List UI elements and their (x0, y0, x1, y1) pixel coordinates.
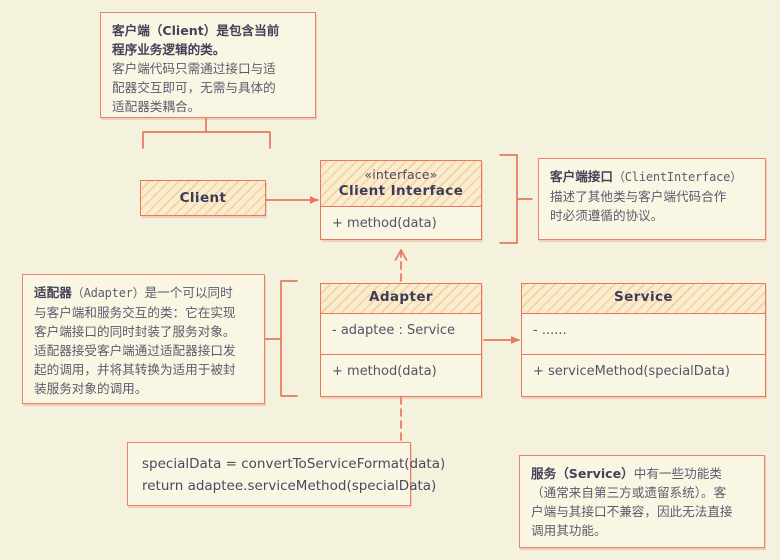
note-adapter-body-line4: 适配器接受客户端通过适配器接口发 (34, 343, 236, 358)
note-client-interface: 客户端接口（ClientInterface） 描述了其他类与客户端代码合作 时必… (538, 158, 766, 240)
note-adapter: 适配器（Adapter）是一个可以同时 与客户端和服务交互的类：它在实现 客户端… (22, 274, 265, 404)
note-client-body-line2: 配器交互即可，无需与具体的 (112, 80, 276, 95)
note-adapter-body-line6: 装服务对象的调用。 (34, 381, 148, 396)
diagram-canvas: Service association --> 客户端（Client）是包含当前… (0, 0, 780, 560)
note-service-body-line1: 中有一些功能类 (633, 466, 722, 481)
uml-class-adapter-field-0: - adaptee : Service (321, 314, 481, 355)
uml-class-client[interactable]: Client (140, 180, 266, 216)
note-service-body-line2: （通常来自第三方或遗留系统）。客 (531, 485, 727, 500)
uml-class-client-interface[interactable]: «interface» Client Interface + method(da… (320, 160, 482, 240)
note-client-interface-bold: 客户端接口 (550, 169, 613, 184)
note-client-body-line3: 适配器类耦合。 (112, 99, 201, 114)
note-client-bold-line2: 程序业务逻辑的类。 (112, 42, 226, 57)
note-adapter-mono: （Adapter） (71, 286, 145, 300)
note-client: 客户端（Client）是包含当前 程序业务逻辑的类。 客户端代码只需通过接口与适… (100, 12, 316, 118)
uml-class-adapter-header: Adapter (321, 284, 481, 314)
note-adapter-bold: 适配器 (34, 285, 72, 300)
uml-class-service-field-0: - ...... (522, 314, 765, 355)
uml-class-service-name: Service (614, 289, 673, 305)
uml-class-service-header: Service (522, 284, 765, 314)
uml-class-service-method-0: + serviceMethod(specialData) (533, 364, 730, 379)
bracket-client-interface-note (499, 154, 518, 244)
uml-class-client-interface-name: Client Interface (338, 183, 464, 199)
uml-class-client-interface-stereotype: «interface» (364, 167, 438, 182)
uml-class-client-name: Client (179, 190, 227, 206)
bracket-adapter-note (280, 280, 298, 397)
note-service-body-line3: 户端与其接口不兼容，因此无法直接 (531, 504, 733, 519)
note-service: 服务（Service）中有一些功能类 （通常来自第三方或遗留系统）。客 户端与其… (519, 455, 765, 548)
uml-class-adapter-name: Adapter (369, 289, 433, 305)
uml-class-client-interface-method-0: + method(data) (332, 216, 437, 231)
uml-class-client-interface-header: «interface» Client Interface (321, 161, 481, 207)
note-adapter-body-line3: 客户端接口的同时封装了服务对象。 (34, 324, 236, 339)
code-line-1: specialData = convertToServiceFormat(dat… (142, 456, 446, 472)
note-adapter-body-line1: 是一个可以同时 (144, 285, 233, 300)
note-adapter-code: specialData = convertToServiceFormat(dat… (127, 442, 446, 506)
note-client-interface-mono: （ClientInterface） (612, 170, 742, 184)
note-adapter-body-line5: 起的调用，并将其转换为适用于被封 (34, 362, 236, 377)
note-service-body-line4: 调用其功能。 (531, 523, 607, 538)
uml-class-service[interactable]: Service - ...... + serviceMethod(special… (521, 283, 766, 397)
note-service-bold: 服务（Service） (531, 466, 634, 481)
note-client-bold-line1: 客户端（Client）是包含当前 (112, 23, 280, 38)
uml-class-adapter[interactable]: Adapter - adaptee : Service + method(dat… (320, 283, 482, 397)
code-line-2: return adaptee.serviceMethod(specialData… (142, 478, 437, 494)
note-client-body-line1: 客户端代码只需通过接口与适 (112, 61, 276, 76)
bracket-client-note (142, 131, 271, 149)
note-client-interface-body-line2: 时必须遵循的协议。 (550, 208, 664, 223)
note-adapter-body-line2: 与客户端和服务交互的类：它在实现 (34, 305, 236, 320)
note-client-interface-body-line1: 描述了其他类与客户端代码合作 (550, 189, 727, 204)
uml-class-adapter-method-0: + method(data) (332, 364, 437, 379)
